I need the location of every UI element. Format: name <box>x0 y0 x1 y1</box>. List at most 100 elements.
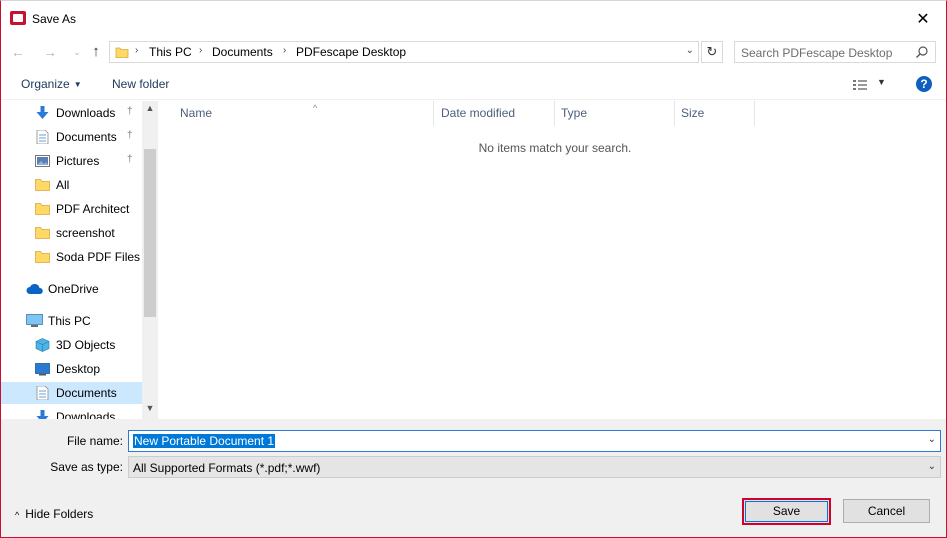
pin-icon: † <box>127 106 133 117</box>
breadcrumb-item[interactable]: Documents <box>212 45 273 59</box>
recent-locations-button[interactable]: ⌄ <box>68 44 86 60</box>
scroll-down-button[interactable]: ▼ <box>142 403 158 417</box>
breadcrumb-separator: › <box>283 45 287 56</box>
download-arrow-icon <box>36 410 49 419</box>
sidebar-item-label: 3D Objects <box>56 338 116 352</box>
refresh-icon: ↻ <box>706 44 718 59</box>
sidebar-item-pdf-architect[interactable]: PDF Architect <box>1 198 142 220</box>
sidebar-item-label: Downloads <box>56 106 116 120</box>
forward-button[interactable]: → <box>41 44 59 60</box>
sidebar-item-pictures[interactable]: Pictures † <box>1 150 142 172</box>
close-button[interactable]: ✕ <box>900 1 946 37</box>
save-as-dialog: Save As ✕ ← → ⌄ ↑ › This PC › Documents … <box>0 0 947 538</box>
file-name-value[interactable]: New Portable Document 1 <box>133 434 276 448</box>
sidebar-item-all[interactable]: All <box>1 174 142 196</box>
change-view-button[interactable]: ▼ <box>853 77 889 93</box>
scroll-up-button[interactable]: ▲ <box>142 103 158 117</box>
breadcrumb-item[interactable]: PDFescape Desktop <box>296 45 406 59</box>
sort-ascending-icon: ^ <box>313 103 318 113</box>
save-as-type-select[interactable]: All Supported Formats (*.pdf;*.wwf) ⌄ <box>128 456 941 478</box>
command-toolbar: Organize ▼ New folder ▼ ? <box>1 69 946 100</box>
save-as-type-value: All Supported Formats (*.pdf;*.wwf) <box>133 461 321 475</box>
column-header-name[interactable]: Name ^ <box>174 101 434 126</box>
sidebar-item-documents[interactable]: Documents <box>1 382 142 404</box>
sidebar-item-label: Documents <box>56 386 117 400</box>
document-icon <box>36 130 49 144</box>
sidebar-item-label: PDF Architect <box>56 202 130 216</box>
title-bar: Save As ✕ <box>1 1 946 37</box>
sidebar-item-label: Documents <box>56 130 117 144</box>
cube-icon <box>35 338 50 352</box>
sidebar-item-3d-objects[interactable]: 3D Objects <box>1 334 142 356</box>
hide-folders-button[interactable]: ^ Hide Folders <box>15 507 93 521</box>
sidebar-item-screenshot[interactable]: screenshot <box>1 222 142 244</box>
column-header-type[interactable]: Type <box>555 101 675 126</box>
new-folder-button[interactable]: New folder <box>112 77 169 91</box>
document-icon <box>36 386 49 400</box>
folder-icon <box>35 251 50 263</box>
cloud-icon <box>26 283 43 294</box>
sidebar-item-label: Soda PDF Files <box>56 250 141 264</box>
download-arrow-icon <box>36 106 49 119</box>
file-name-label: File name: <box>66 434 123 448</box>
help-button[interactable]: ? <box>916 76 932 92</box>
breadcrumb-item[interactable]: This PC <box>149 45 192 59</box>
window-title: Save As <box>32 12 77 26</box>
folder-icon <box>115 47 129 58</box>
search-box[interactable] <box>734 41 936 63</box>
organize-button[interactable]: Organize ▼ <box>21 77 82 91</box>
sidebar-item-label: Desktop <box>56 362 101 376</box>
hide-folders-label: Hide Folders <box>25 507 94 521</box>
chevron-down-icon: ⌄ <box>927 461 936 472</box>
empty-list-message: No items match your search. <box>478 141 632 155</box>
save-button[interactable]: Save <box>742 498 831 525</box>
sidebar-item-onedrive[interactable]: OneDrive <box>1 278 142 300</box>
chevron-down-icon[interactable]: ⌄ <box>928 434 936 445</box>
chevron-up-icon: ^ <box>15 510 20 520</box>
breadcrumb-separator: › <box>199 45 203 56</box>
folder-icon <box>35 179 50 191</box>
sidebar-item-desktop[interactable]: Desktop <box>1 358 142 380</box>
refresh-button[interactable]: ↻ <box>701 41 723 63</box>
sidebar-item-label: screenshot <box>56 226 115 240</box>
sidebar-item-downloads-pc[interactable]: Downloads <box>1 406 142 419</box>
search-icon <box>916 46 928 58</box>
close-icon: ✕ <box>916 11 930 28</box>
up-level-button[interactable]: ↑ <box>87 44 105 60</box>
sidebar-item-soda-pdf-files[interactable]: Soda PDF Files <box>1 246 142 268</box>
cancel-button[interactable]: Cancel <box>843 499 930 523</box>
sidebar-item-documents-quick[interactable]: Documents † <box>1 126 142 148</box>
pin-icon: † <box>127 154 133 165</box>
chevron-down-icon: ▼ <box>877 77 886 87</box>
navigation-pane: Downloads † Documents † Pictures † All P… <box>1 101 158 419</box>
scrollbar-thumb[interactable] <box>144 149 156 317</box>
file-name-field[interactable]: New Portable Document 1 ⌄ <box>128 430 941 452</box>
address-bar[interactable]: › This PC › Documents › PDFescape Deskto… <box>109 41 699 63</box>
sidebar-item-label: Downloads <box>56 410 116 419</box>
sidebar-item-downloads[interactable]: Downloads † <box>1 102 142 124</box>
pin-icon: † <box>127 130 133 141</box>
desktop-icon <box>35 363 50 376</box>
column-header-size[interactable]: Size <box>675 101 755 126</box>
search-input[interactable] <box>741 45 911 60</box>
sidebar-item-label: OneDrive <box>48 282 99 296</box>
back-button[interactable]: ← <box>9 44 27 60</box>
navigation-scrollbar[interactable]: ▲ ▼ <box>142 101 158 419</box>
focus-ring <box>745 501 828 522</box>
folder-icon <box>35 227 50 239</box>
navigation-bar: ← → ⌄ ↑ › This PC › Documents › PDFescap… <box>1 37 946 67</box>
address-dropdown-icon[interactable]: ⌄ <box>686 45 694 56</box>
pictures-icon <box>35 155 50 167</box>
column-header-date-modified[interactable]: Date modified <box>435 101 555 126</box>
sidebar-item-this-pc[interactable]: This PC <box>1 310 142 332</box>
sidebar-item-label: All <box>56 178 70 192</box>
column-header-label: Name <box>180 106 213 120</box>
view-details-icon <box>853 80 867 90</box>
sidebar-item-label: Pictures <box>56 154 100 168</box>
sidebar-item-label: This PC <box>48 314 91 328</box>
file-list[interactable]: Name ^ Date modified Type Size No items … <box>161 101 946 419</box>
organize-label: Organize <box>21 77 70 91</box>
app-logo-icon <box>10 11 26 25</box>
folder-icon <box>35 203 50 215</box>
computer-icon <box>26 314 43 327</box>
